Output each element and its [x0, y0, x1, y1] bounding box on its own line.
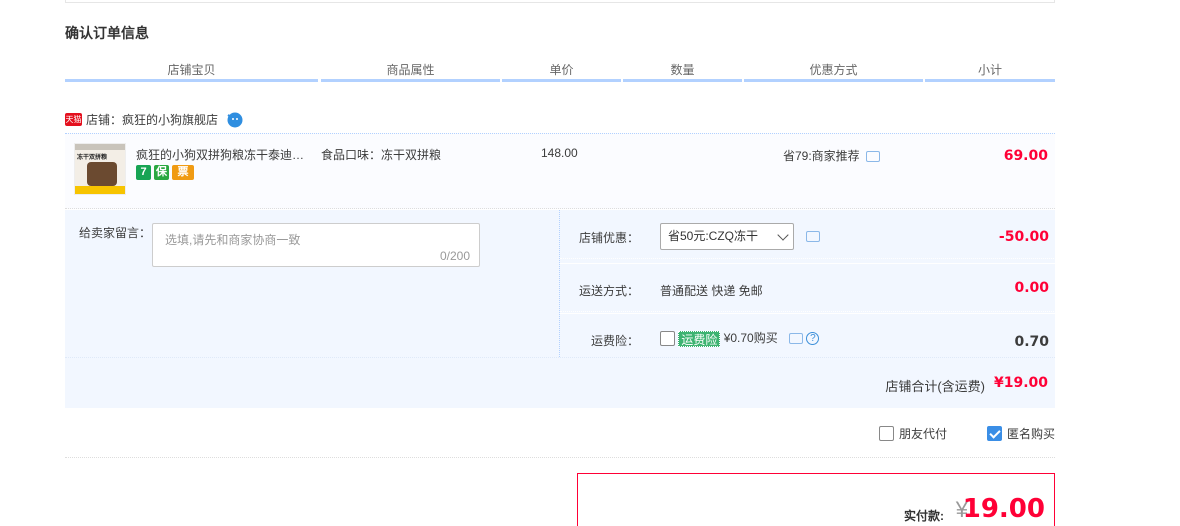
- shipping-label: 运送方式：: [578, 284, 639, 298]
- payment-options: 朋友代付 匿名购买: [65, 418, 1055, 458]
- item-title-link[interactable]: 疯狂的小狗双拼狗粮冻干泰迪比熊小型犬幼犬成犬通用: [136, 146, 316, 163]
- table-header: 店铺宝贝 商品属性 单价 数量 优惠方式 小计: [65, 60, 1055, 82]
- shop-discount-value: 省50元:CZQ冻干: [668, 229, 759, 243]
- payment-summary: 实付款: ¥ 19.00: [577, 473, 1055, 526]
- anonymous-checkbox[interactable]: [987, 426, 1002, 441]
- invoice-icon[interactable]: 票: [172, 165, 194, 180]
- insurance-label: 运费险：: [590, 334, 639, 348]
- chevron-down-icon: [777, 229, 789, 241]
- header-shop-item: 店铺宝贝: [65, 60, 318, 82]
- header-quantity: 数量: [623, 60, 742, 82]
- shop-discount-label: 店铺优惠：: [578, 231, 639, 245]
- tmall-icon: 天猫: [65, 112, 82, 126]
- shop-total-label: 店铺合计(含运费): [885, 379, 985, 394]
- insurance-amount: 0.70: [1014, 334, 1049, 350]
- order-options: 店铺优惠： 省50元:CZQ冻干 -50.00 运送方式： 普通配送 快递 免邮…: [559, 210, 1056, 362]
- insurance-checkbox[interactable]: [660, 331, 675, 347]
- help-icon[interactable]: ?: [806, 332, 820, 346]
- wangwang-icon[interactable]: [226, 111, 243, 128]
- insurance-row: 运费险： 运费险 ¥0.70购买 ? 0.70: [560, 313, 1056, 362]
- seven-day-return-icon[interactable]: 7: [136, 165, 151, 180]
- item-thumbnail[interactable]: 冻干双拼粮: [74, 143, 126, 195]
- anonymous-option[interactable]: 匿名购买: [987, 425, 1055, 442]
- memo-char-count: 0/200: [439, 249, 470, 263]
- actual-payment-amount: 19.00: [962, 494, 1045, 524]
- shop-discount-amount: -50.00: [998, 229, 1049, 245]
- actual-payment-label: 实付款:: [904, 509, 944, 523]
- shop-total-amount: ¥19.00: [993, 375, 1048, 391]
- insurance-tag: 运费险: [678, 330, 721, 347]
- shop-line: 天猫 店铺：疯狂的小狗旗舰店: [65, 110, 243, 128]
- memo-placeholder: 选填,请先和商家协商一致: [165, 233, 301, 247]
- comment-icon[interactable]: [865, 151, 880, 163]
- friend-pay-label: 朋友代付: [899, 427, 948, 441]
- shipping-value: 普通配送 快递 免邮: [660, 284, 763, 298]
- comment-icon[interactable]: [806, 231, 820, 242]
- memo-label: 给卖家留言：: [79, 226, 152, 240]
- insurance-options: 运费险 ¥0.70购买 ?: [660, 329, 820, 347]
- header-discount: 优惠方式: [744, 60, 923, 82]
- memo-area: 给卖家留言： 选填,请先和商家协商一致 0/200: [65, 210, 559, 357]
- header-subtotal: 小计: [925, 60, 1055, 82]
- shipping-amount: 0.00: [1014, 280, 1049, 296]
- shipping-row: 运送方式： 普通配送 快递 免邮 0.00: [560, 263, 1056, 312]
- shop-total-row: 店铺合计(含运费) ¥19.00: [65, 357, 1055, 408]
- memo-input[interactable]: 选填,请先和商家协商一致 0/200: [152, 223, 480, 267]
- comment-icon[interactable]: [789, 333, 804, 345]
- friend-pay-option[interactable]: 朋友代付: [879, 425, 947, 442]
- item-promotion: 省79:商家推荐: [783, 147, 880, 164]
- anonymous-label: 匿名购买: [1007, 427, 1056, 441]
- header-attributes: 商品属性: [321, 60, 500, 82]
- item-subtotal: 69.00: [1003, 148, 1048, 164]
- item-unit-price: 148.00: [541, 146, 578, 160]
- item-promotion-text: 省79:商家推荐: [783, 149, 860, 163]
- header-unit-price: 单价: [502, 60, 621, 82]
- shop-discount-row: 店铺优惠： 省50元:CZQ冻干 -50.00: [560, 210, 1056, 259]
- order-item-row: 冻干双拼粮 疯狂的小狗双拼狗粮冻干泰迪比熊小型犬幼犬成犬通用 7 保 票 食品口…: [65, 133, 1055, 209]
- guarantee-icon[interactable]: 保: [154, 165, 169, 180]
- friend-pay-checkbox[interactable]: [879, 426, 894, 441]
- insurance-price: ¥0.70购买: [723, 331, 778, 345]
- previous-section-box: [65, 0, 1055, 3]
- shop-discount-select[interactable]: 省50元:CZQ冻干: [660, 223, 794, 250]
- item-badges: 7 保 票: [136, 165, 194, 180]
- shop-name-link[interactable]: 店铺：疯狂的小狗旗舰店: [86, 111, 218, 128]
- section-title: 确认订单信息: [65, 25, 149, 41]
- item-attribute: 食品口味：冻干双拼粮: [321, 148, 442, 162]
- order-extras-panel: 给卖家留言： 选填,请先和商家协商一致 0/200 店铺优惠： 省50元:CZQ…: [65, 210, 1056, 408]
